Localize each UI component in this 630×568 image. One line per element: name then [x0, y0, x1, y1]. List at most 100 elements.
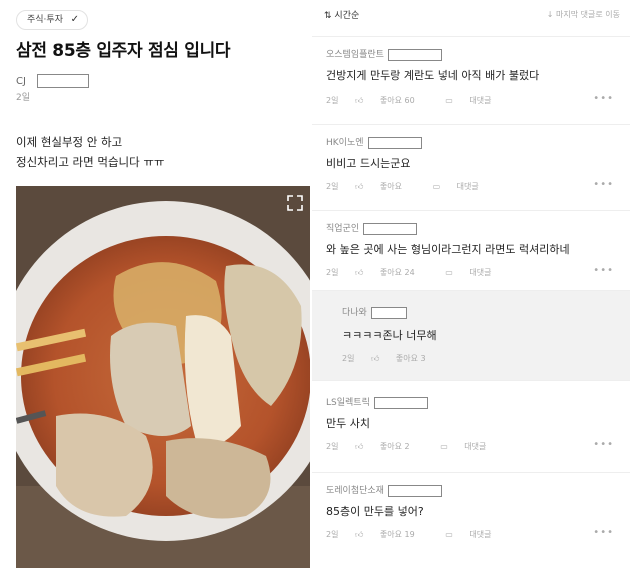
- comment-author[interactable]: 다나와: [342, 305, 407, 319]
- comment-date: 2일: [326, 530, 339, 539]
- jump-label: 마지막 댓글로 이동: [556, 10, 620, 19]
- post-panel: 주식·투자 ✓ 삼전 85층 입주자 점심 입니다 CJ 2일 이제 현실부정 …: [0, 0, 312, 568]
- expand-icon[interactable]: [286, 194, 304, 212]
- comment-meta: 2일 👍︎ 좋아요 3: [342, 353, 454, 364]
- comment-meta: 2일 👍︎ 좋아요 60 ▭ 대댓글: [326, 95, 519, 106]
- reply-icon: ▭: [445, 530, 453, 539]
- check-icon: ✓: [70, 14, 79, 25]
- reply-button[interactable]: ▭ 대댓글: [445, 530, 505, 539]
- comment-meta: 2일 👍︎ 좋아요 24 ▭ 대댓글: [326, 267, 519, 278]
- like-button[interactable]: 👍︎ 좋아요 60: [355, 96, 429, 105]
- thumb-up-icon: 👍︎: [371, 354, 380, 363]
- comment-author-name: LS일렉트릭: [326, 398, 370, 408]
- like-button[interactable]: 👍︎ 좋아요 24: [355, 268, 429, 277]
- redaction-box: [387, 48, 442, 61]
- thumb-up-icon: 👍︎: [355, 182, 364, 191]
- reply-icon: ▭: [445, 96, 453, 105]
- comment-text: 와 높은 곳에 사는 형님이라그런지 라면도 럭셔리하네: [326, 243, 570, 256]
- redaction-box: [387, 484, 442, 497]
- redaction-box: [367, 136, 422, 149]
- category-label: 주식·투자: [27, 15, 63, 25]
- reply-label: 대댓글: [469, 530, 492, 539]
- sort-icon: ⇅: [324, 11, 332, 21]
- comment-date: 2일: [326, 182, 339, 191]
- like-label: 좋아요 2: [379, 442, 410, 451]
- comment-item: 직업군인 와 높은 곳에 사는 형님이라그런지 라면도 럭셔리하네 2일 👍︎ …: [312, 210, 630, 290]
- post-body-line: 정신차리고 라면 먹습니다 ㅠㅠ: [16, 155, 165, 169]
- comment-author[interactable]: 오스템임플란트: [326, 47, 442, 61]
- like-button[interactable]: 👍︎ 좋아요 19: [355, 530, 429, 539]
- redaction-box: [363, 222, 418, 235]
- like-label: 좋아요 24: [379, 268, 415, 277]
- thumb-up-icon: 👍︎: [355, 268, 364, 277]
- reply-button[interactable]: ▭ 대댓글: [445, 268, 505, 277]
- post-author-name: CJ: [16, 76, 26, 87]
- more-options-icon[interactable]: •••: [593, 527, 614, 538]
- more-options-icon[interactable]: •••: [593, 439, 614, 450]
- thumb-up-icon: 👍︎: [355, 530, 364, 539]
- jump-to-last-comment[interactable]: ↓ 마지막 댓글로 이동: [547, 9, 620, 20]
- more-options-icon[interactable]: •••: [593, 179, 614, 190]
- like-label: 좋아요 19: [379, 530, 415, 539]
- comment-date: 2일: [326, 96, 339, 105]
- reply-button[interactable]: ▭ 대댓글: [440, 442, 500, 451]
- thumb-up-icon: 👍︎: [355, 442, 364, 451]
- post-photo[interactable]: [16, 186, 310, 568]
- arrow-down-icon: ↓: [546, 10, 554, 19]
- reply-icon: ▭: [440, 442, 448, 451]
- comment-text: ㅋㅋㅋㅋ존나 너무해: [342, 329, 437, 342]
- reply-comment-item: 다나와 ㅋㅋㅋㅋ존나 너무해 2일 👍︎ 좋아요 3: [312, 290, 630, 380]
- reply-icon: ▭: [445, 268, 453, 277]
- comment-item: LS일렉트릭 만두 사치 2일 👍︎ 좋아요 2 ▭ 대댓글 •••: [312, 380, 630, 472]
- comments-panel: ⇅ 시간순 ↓ 마지막 댓글로 이동 오스템임플란트 건방지게 만두랑 계란도 …: [312, 0, 630, 568]
- comment-author-name: 다나와: [342, 308, 367, 318]
- redaction-box: [37, 74, 90, 88]
- like-label: 좋아요: [379, 182, 403, 191]
- more-options-icon[interactable]: •••: [593, 265, 614, 276]
- comment-item: 오스템임플란트 건방지게 만두랑 계란도 넣네 아직 배가 불렀다 2일 👍︎ …: [312, 36, 630, 124]
- comment-text: 비비고 드시는군요: [326, 157, 411, 170]
- comment-text: 건방지게 만두랑 계란도 넣네 아직 배가 불렀다: [326, 69, 540, 82]
- sort-toggle[interactable]: ⇅ 시간순: [324, 8, 359, 21]
- comment-author[interactable]: 직업군인: [326, 221, 418, 235]
- reply-icon: ▭: [432, 182, 441, 191]
- comment-date: 2일: [326, 268, 339, 277]
- comment-text: 만두 사치: [326, 417, 370, 430]
- comment-author[interactable]: LS일렉트릭: [326, 395, 428, 409]
- post-body: 이제 현실부정 안 하고 정신차리고 라면 먹습니다 ㅠㅠ: [16, 132, 165, 172]
- post-body-line: 이제 현실부정 안 하고: [16, 135, 123, 149]
- redaction-box: [373, 396, 428, 409]
- reply-label: 대댓글: [469, 268, 492, 277]
- redaction-box: [370, 306, 407, 319]
- reply-label: 대댓글: [464, 442, 487, 451]
- post-title: 삼전 85층 입주자 점심 입니다: [16, 41, 231, 61]
- comment-author-name: 도레이첨단소재: [326, 486, 384, 496]
- comment-item: HK이노엔 비비고 드시는군요 2일 👍︎ 좋아요 ▭ 대댓글 •••: [312, 124, 630, 210]
- comment-author-name: 직업군인: [326, 224, 360, 234]
- sort-label: 시간순: [334, 11, 360, 21]
- like-label: 좋아요 60: [379, 96, 415, 105]
- comment-text: 85층이 만두를 넣어?: [326, 505, 424, 518]
- like-button[interactable]: 👍︎ 좋아요 2: [355, 442, 424, 451]
- more-options-icon[interactable]: •••: [593, 93, 614, 104]
- comment-meta: 2일 👍︎ 좋아요 19 ▭ 대댓글: [326, 529, 519, 540]
- comment-author[interactable]: 도레이첨단소재: [326, 483, 442, 497]
- ramen-photo-illustration: [16, 186, 310, 568]
- comment-item: 도레이첨단소재 85층이 만두를 넣어? 2일 👍︎ 좋아요 19 ▭ 대댓글 …: [312, 472, 630, 568]
- reply-label: 대댓글: [456, 182, 479, 191]
- comment-author-name: HK이노엔: [326, 138, 364, 148]
- post-date: 2일: [16, 93, 31, 103]
- comment-date: 2일: [326, 442, 339, 451]
- comment-meta: 2일 👍︎ 좋아요 ▭ 대댓글: [326, 181, 507, 192]
- reply-button[interactable]: ▭ 대댓글: [445, 96, 505, 105]
- post-author[interactable]: CJ: [16, 74, 90, 88]
- comment-author-name: 오스템임플란트: [326, 50, 384, 60]
- reply-button[interactable]: ▭ 대댓글: [433, 182, 493, 191]
- thumb-up-icon: 👍︎: [355, 96, 364, 105]
- comment-meta: 2일 👍︎ 좋아요 2 ▭ 대댓글: [326, 441, 514, 452]
- comment-date: 2일: [342, 354, 355, 363]
- category-tag[interactable]: 주식·투자 ✓: [16, 10, 88, 30]
- like-button[interactable]: 👍︎ 좋아요 3: [371, 354, 440, 363]
- comment-author[interactable]: HK이노엔: [326, 135, 422, 149]
- like-button[interactable]: 👍︎ 좋아요: [355, 182, 416, 191]
